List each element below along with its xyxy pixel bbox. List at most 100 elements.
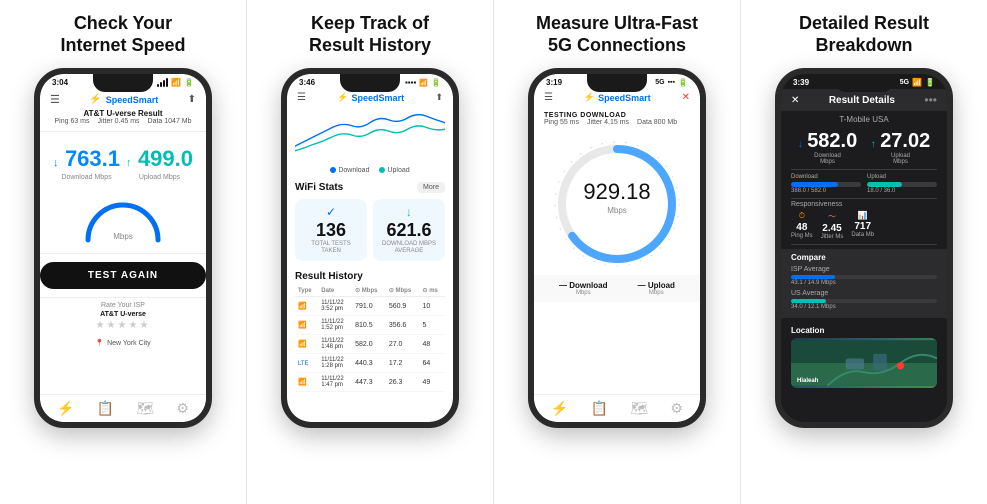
avg-download-label: DOWNLOAD MBPSAVERAGE bbox=[379, 241, 439, 255]
share-icon2[interactable]: ⬆ bbox=[435, 92, 443, 103]
table-row[interactable]: LTE 11/11/221:28 pm 440.3 17.2 64 bbox=[295, 354, 445, 373]
upload-bar-track bbox=[867, 182, 937, 187]
download-number: 763.1 bbox=[65, 146, 120, 171]
phone2-mockup: 3:46 ▪▪▪▪ 📶 🔋 ☰ ⚡ SpeedSmart ⬆ bbox=[281, 68, 459, 428]
table-row[interactable]: 📶 11/11/221:47 pm 447.3 26.3 49 bbox=[295, 373, 445, 392]
battery-icon3: 🔋 bbox=[678, 78, 688, 87]
upload-bar-info: 18.0 / 36.0 bbox=[867, 188, 937, 194]
more-button[interactable]: More bbox=[417, 182, 445, 193]
close-btn[interactable]: ✕ bbox=[791, 95, 799, 106]
nav-home3[interactable]: ⚡ bbox=[551, 400, 568, 417]
row-ms: 48 bbox=[420, 335, 445, 354]
phone2-chart bbox=[287, 107, 453, 167]
hamburger-icon[interactable]: ☰ bbox=[50, 93, 60, 106]
download-metric: — Download Mbps bbox=[559, 281, 607, 296]
upload-bar-fill bbox=[867, 182, 902, 187]
download-bar-track bbox=[791, 182, 861, 187]
p4-upload-block: ↑ 27.02 UploadMbps bbox=[871, 130, 931, 165]
data-label: Data Mb bbox=[851, 232, 874, 238]
5g-icon: 5G bbox=[655, 79, 664, 86]
hamburger-icon2[interactable]: ☰ bbox=[297, 92, 306, 103]
phone3-stats: Ping 55 ms Jitter 4.15 ms Data 800 Mb bbox=[544, 119, 690, 126]
panel-history: Keep Track ofResult History 3:46 ▪▪▪▪ 📶 … bbox=[247, 0, 494, 504]
upload-number: 499.0 bbox=[138, 146, 193, 171]
panel-result: Detailed ResultBreakdown 3:39 5G 📶 🔋 ✕ R… bbox=[741, 0, 987, 504]
jitter-label: Jitter Ms bbox=[821, 234, 844, 240]
svg-text:Mbps: Mbps bbox=[113, 232, 133, 241]
phone3-gauge-svg: 929.18 Mbps bbox=[552, 139, 682, 269]
phone3-testing-area: TESTING DOWNLOAD Ping 55 ms Jitter 4.15 … bbox=[534, 107, 700, 129]
ping-stat: Ping 63 ms bbox=[54, 118, 89, 125]
phone2-time: 3:46 bbox=[299, 78, 315, 87]
col-type: Type bbox=[295, 285, 318, 297]
svg-text:929.18: 929.18 bbox=[583, 179, 650, 204]
phone1-stats: Ping 63 ms Jitter 0.45 ms Data 1047 Mb bbox=[50, 118, 196, 125]
panel3-title: Measure Ultra-Fast5G Connections bbox=[536, 12, 698, 58]
nav-home[interactable]: ⚡ bbox=[57, 400, 74, 417]
p4-upload-val: 27.02 bbox=[880, 130, 930, 152]
total-tests-card: ✓ 136 TOTAL TESTSTAKEN bbox=[295, 199, 367, 261]
phone3-gauge-area: 929.18 Mbps bbox=[534, 129, 700, 275]
nav-settings[interactable]: ⚙ bbox=[176, 400, 189, 417]
ping-val: 48 bbox=[791, 222, 813, 233]
nav-history[interactable]: 📋 bbox=[97, 400, 114, 417]
responsiveness-title: Responsiveness bbox=[791, 201, 937, 208]
row-down: 440.3 bbox=[352, 354, 386, 373]
hamburger-icon3[interactable]: ☰ bbox=[544, 92, 553, 103]
download-block: ↓ 763.1 Download Mbps bbox=[53, 146, 120, 181]
download-icon: ↓ bbox=[379, 205, 439, 219]
table-row[interactable]: 📶 11/11/223:52 pm 791.0 560.9 10 bbox=[295, 297, 445, 316]
nav-history3[interactable]: 📋 bbox=[591, 400, 608, 417]
avg-download-val: 621.6 bbox=[379, 221, 439, 239]
upload-metric-label: — Upload bbox=[638, 281, 675, 290]
location-title: Location bbox=[791, 326, 937, 335]
nav-settings3[interactable]: ⚙ bbox=[670, 400, 683, 417]
main-speeds: ↓ 582.0 DownloadMbps ↑ 27.02 UploadMbps bbox=[781, 126, 947, 169]
testing-label: TESTING DOWNLOAD bbox=[544, 112, 690, 119]
signal-icon bbox=[157, 79, 168, 87]
panel2-title: Keep Track ofResult History bbox=[309, 12, 431, 58]
row-ms: 64 bbox=[420, 354, 445, 373]
jitter-icon: 〜 bbox=[821, 211, 844, 222]
location-label: 📍 New York City bbox=[40, 339, 206, 347]
test-again-button[interactable]: TEST AGAIN bbox=[40, 262, 206, 289]
us-avg-track bbox=[791, 299, 937, 303]
more-icon[interactable]: ••• bbox=[924, 93, 937, 107]
phone1-status-icons: 📶 🔋 bbox=[157, 78, 194, 87]
phone3-notch bbox=[587, 74, 647, 92]
phone2-screen: 3:46 ▪▪▪▪ 📶 🔋 ☰ ⚡ SpeedSmart ⬆ bbox=[287, 74, 453, 422]
p3-data: Data 800 Mb bbox=[637, 119, 677, 126]
row-down: 582.0 bbox=[352, 335, 386, 354]
p4-upload-label: UploadMbps bbox=[871, 153, 931, 165]
row-type: 📶 bbox=[295, 373, 318, 392]
row-down: 810.5 bbox=[352, 316, 386, 335]
download-value: ↓ 763.1 bbox=[53, 146, 120, 172]
isp-avg-val: 43.1 / 14.9 Mbps bbox=[791, 280, 937, 286]
row-up: 560.9 bbox=[386, 297, 420, 316]
row-type: 📶 bbox=[295, 297, 318, 316]
table-row[interactable]: 📶 11/11/221:52 pm 810.5 356.6 5 bbox=[295, 316, 445, 335]
check-icon: ✓ bbox=[301, 205, 361, 219]
rate-isp-label: Rate Your ISP bbox=[40, 302, 206, 309]
close-icon[interactable]: ✕ bbox=[682, 92, 690, 103]
download-metric-sub: Mbps bbox=[559, 290, 607, 296]
speed-bars: Download 388.0 / 582.0 Upload 18.0 / 36.… bbox=[781, 170, 947, 198]
share-icon[interactable]: ⬆ bbox=[188, 94, 196, 105]
isp-name4: T-Mobile USA bbox=[781, 111, 947, 126]
phone1-divider2 bbox=[40, 297, 206, 298]
compare-title: Compare bbox=[791, 253, 937, 262]
row-up: 17.2 bbox=[386, 354, 420, 373]
nav-map3[interactable]: 🗺 bbox=[630, 400, 648, 417]
speedsmart-logo: ⚡ SpeedSmart bbox=[89, 94, 158, 105]
ping-metric: ⏱ 48 Ping Ms bbox=[791, 211, 813, 240]
rating-stars[interactable]: ★★★★★ bbox=[40, 320, 206, 331]
row-up: 356.6 bbox=[386, 316, 420, 335]
download-metric-label: — Download bbox=[559, 281, 607, 290]
row-date: 11/11/221:47 pm bbox=[318, 373, 352, 392]
row-down: 791.0 bbox=[352, 297, 386, 316]
nav-map[interactable]: 🗺 bbox=[136, 400, 154, 417]
p3-ping: Ping 55 ms bbox=[544, 119, 579, 126]
table-row[interactable]: 📶 11/11/221:48 pm 582.0 27.0 48 bbox=[295, 335, 445, 354]
download-bar-group: Download 388.0 / 582.0 bbox=[791, 174, 861, 194]
row-date: 11/11/221:52 pm bbox=[318, 316, 352, 335]
